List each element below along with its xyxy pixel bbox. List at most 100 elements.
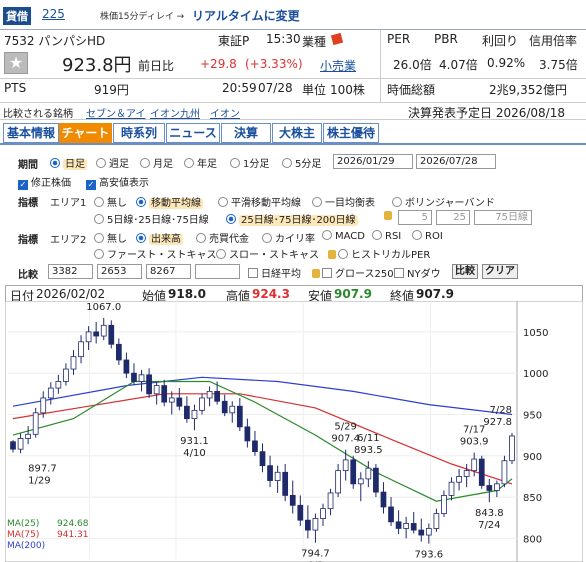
y-tick-label: 950 <box>523 410 542 421</box>
candle-body <box>191 409 198 420</box>
area2-slow-stoch[interactable]: スロー・ストキャス <box>216 246 319 261</box>
candle-body <box>131 372 137 382</box>
unit-label: 単位 <box>302 83 327 97</box>
pbr-label: PBR <box>434 32 458 46</box>
tab-benefits[interactable]: 株主優待 <box>323 123 379 143</box>
candle-body <box>259 451 266 467</box>
candle-body <box>78 341 84 358</box>
y-tick-label: 850 <box>523 493 542 504</box>
tab-news[interactable]: ニュース <box>166 123 220 143</box>
cmp-nydow-check[interactable]: NYダウ <box>394 265 441 280</box>
period-daily[interactable]: 日足 <box>50 155 87 170</box>
legend-value: 924.68 <box>57 519 89 529</box>
area1-smooth-ma[interactable]: 平滑移動平均線 <box>218 194 301 209</box>
candle-body <box>25 433 31 439</box>
tab-chart[interactable]: チャート <box>59 123 112 143</box>
market-code-link[interactable]: 225 <box>42 7 65 21</box>
pts-price: 919円 <box>94 83 129 97</box>
mcap-label: 時価総額 <box>387 83 436 97</box>
period-monthly[interactable]: 月足 <box>140 155 173 170</box>
area2-turnover[interactable]: 売買代金 <box>196 230 249 245</box>
tab-shareholders[interactable]: 大株主 <box>272 123 322 143</box>
price-chart[interactable]: 80085090095010001050897.71/293/111067.09… <box>5 301 583 562</box>
period-1min[interactable]: 1分足 <box>230 155 269 170</box>
high-low-check[interactable]: ✓ 高安値表示 <box>86 174 149 190</box>
legend-value: 941.31 <box>57 530 89 540</box>
candle-body <box>380 491 387 508</box>
candle-body <box>267 465 273 481</box>
compare-code-4[interactable] <box>195 264 240 279</box>
area2-fast-stoch[interactable]: ファースト・ストキャス <box>94 246 217 261</box>
area2-volume[interactable]: 出来高 <box>136 230 183 245</box>
area1-ma[interactable]: 移動平均線 <box>136 194 203 209</box>
tab-basic-info[interactable]: 基本情報 <box>3 123 59 143</box>
candle-body <box>312 518 319 531</box>
period-5min[interactable]: 5分足 <box>282 155 321 170</box>
adjusted-price-check[interactable]: ✓ 修正株価 <box>18 174 71 190</box>
candle-body <box>123 359 130 374</box>
ma-input-3[interactable]: 75日線 <box>474 210 532 225</box>
stock-name: 7532 パンパシHD <box>4 34 106 48</box>
update-time: 15:30 <box>266 32 301 46</box>
compare-code-2[interactable]: 2653 <box>97 264 142 279</box>
tab-earnings[interactable]: 決算 <box>221 123 271 143</box>
compare-link-1[interactable]: セブン＆アイ <box>86 105 146 120</box>
favorite-star-icon[interactable]: ★ <box>4 52 28 74</box>
cmp-growth-check[interactable]: グロース250 <box>312 265 394 280</box>
area1-bollinger[interactable]: ボリンジャーバンド <box>392 194 495 209</box>
candle-body <box>32 412 39 435</box>
change-percent: (+3.33%) <box>245 57 303 71</box>
chart-controls: 期間 日足 週足 月足 年足 1分足 5分足 2026/01/29 2026/0… <box>0 148 586 284</box>
candle-body <box>176 397 183 407</box>
pts-time: 20:59 <box>222 81 257 95</box>
industry-link[interactable]: 小売業 <box>320 57 356 74</box>
yield-label: 利回り <box>482 34 519 48</box>
compare-link-2[interactable]: イオン九州 <box>150 105 200 120</box>
candle-body <box>403 523 410 529</box>
pbr-value: 4.07倍 <box>439 58 478 72</box>
margin-ratio-value: 3.75倍 <box>539 58 578 72</box>
candle-body <box>244 426 251 442</box>
candle-body <box>463 470 470 477</box>
clear-button[interactable]: クリア <box>482 264 518 279</box>
area2-none[interactable]: 無し <box>94 230 127 245</box>
current-price: 923.8円 <box>62 55 132 76</box>
area2-hist-per[interactable]: ヒストリカルPER <box>328 246 430 261</box>
candle-body <box>214 390 220 402</box>
compare-label: 比較される銘柄 <box>3 109 73 120</box>
annotation-top: 843.8 <box>475 508 504 519</box>
compare-button[interactable]: 比較 <box>452 264 478 279</box>
compare-code-3[interactable]: 8267 <box>146 264 191 279</box>
date-to-input[interactable]: 2026/07/28 <box>416 154 496 169</box>
candle-body <box>327 492 334 510</box>
ohlc-date: 2026/02/02 <box>36 287 106 301</box>
realtime-link[interactable]: リアルタイムに変更 <box>192 7 300 24</box>
ma-set-short[interactable]: 5日線･25日線･75日線 <box>94 211 209 226</box>
candle-body <box>108 324 115 345</box>
area1-none[interactable]: 無し <box>94 194 127 209</box>
date-from-input[interactable]: 2026/01/29 <box>333 154 413 169</box>
tab-timeseries[interactable]: 時系列 <box>113 123 165 143</box>
candle-body <box>17 438 24 450</box>
ma-set-long[interactable]: 25日線･75日線･200日線 <box>226 211 358 226</box>
candle-body <box>206 390 213 399</box>
cmp-nikkei-check[interactable]: 日経平均 <box>248 265 301 280</box>
area2-rsi[interactable]: RSI <box>372 230 401 242</box>
compare-code-1[interactable]: 3382 <box>48 264 93 279</box>
candle-body <box>153 385 160 395</box>
earnings-date: 決算発表予定日 2026/08/18 <box>408 106 565 120</box>
period-yearly[interactable]: 年足 <box>184 155 217 170</box>
area1-ichimoku[interactable]: 一目均衡表 <box>312 194 375 209</box>
per-value: 26.0倍 <box>393 58 432 72</box>
compare-link-3[interactable]: イオン <box>210 105 240 120</box>
ma-input-1[interactable]: 5 <box>398 210 432 225</box>
ma-input-2[interactable]: 25 <box>436 210 470 225</box>
area2-macd[interactable]: MACD <box>322 230 365 242</box>
flag-icon <box>330 32 344 46</box>
area2-roi[interactable]: ROI <box>412 230 443 242</box>
period-weekly[interactable]: 週足 <box>96 155 129 170</box>
candle-body <box>373 467 379 493</box>
candle-body <box>184 405 190 420</box>
area2-deviation[interactable]: カイリ率 <box>262 230 315 245</box>
candle-body <box>501 460 508 485</box>
